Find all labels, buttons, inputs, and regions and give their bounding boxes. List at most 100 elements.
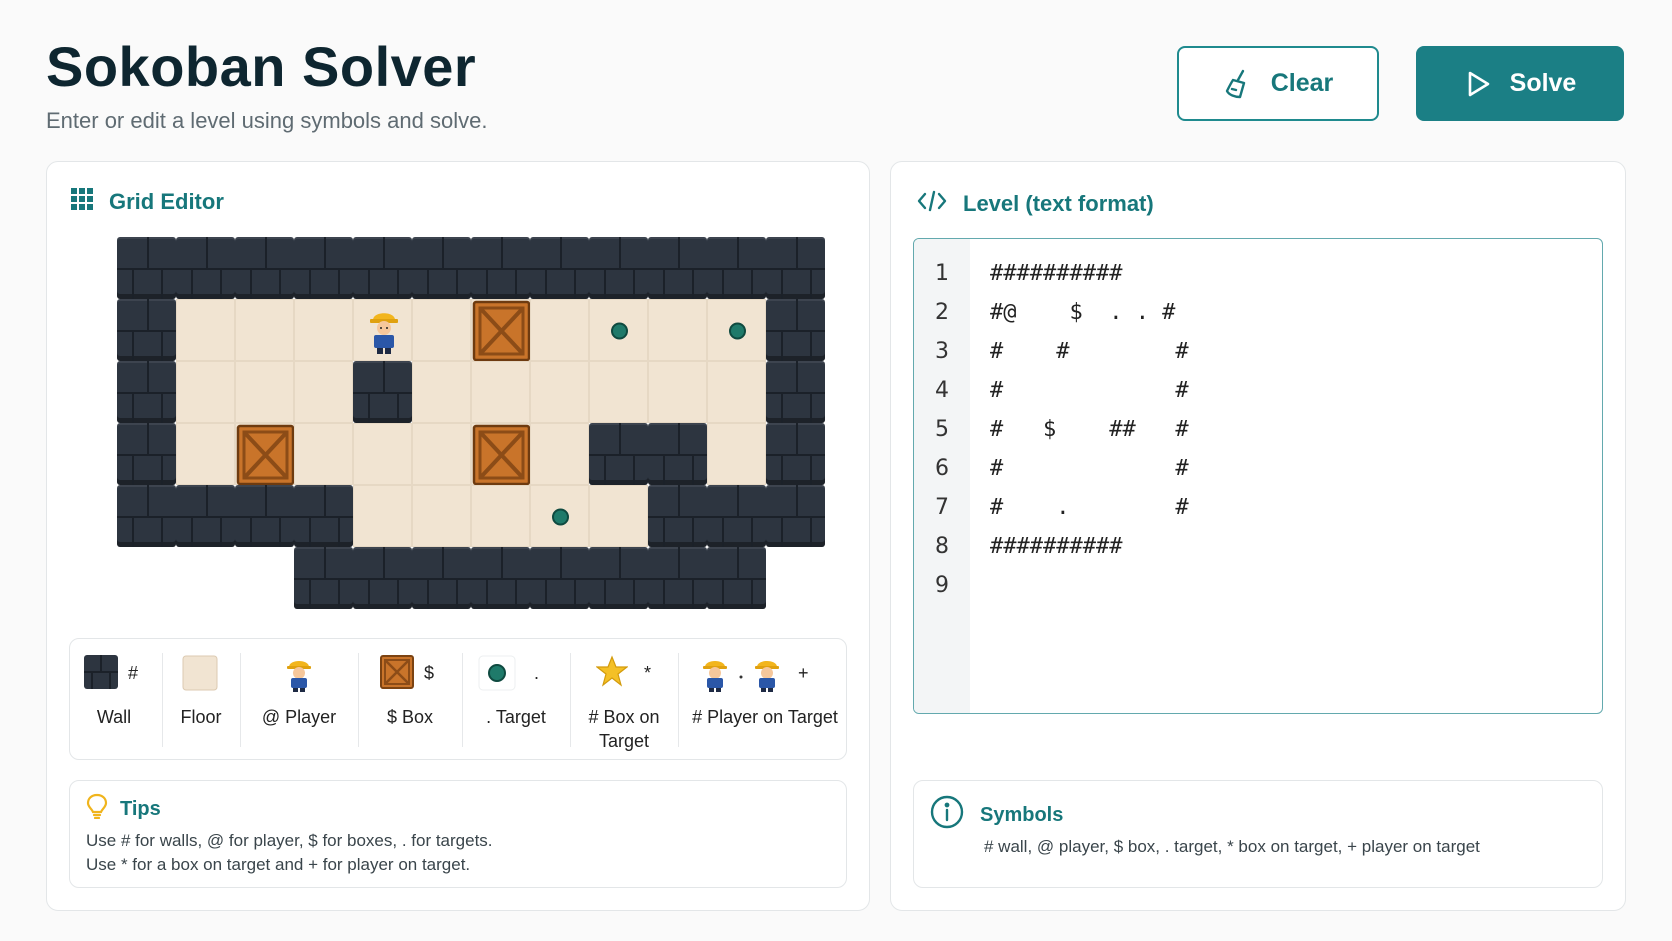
floor-tile[interactable] bbox=[235, 361, 294, 423]
floor-tile[interactable] bbox=[176, 423, 235, 485]
code-line[interactable]: ########## bbox=[990, 261, 1122, 286]
code-line[interactable]: # # # bbox=[990, 339, 1189, 364]
code-line[interactable]: # . # bbox=[990, 495, 1189, 520]
floor-tile[interactable] bbox=[471, 361, 530, 423]
box-tile[interactable] bbox=[471, 423, 531, 486]
floor-tile[interactable] bbox=[412, 361, 471, 423]
floor-tile[interactable] bbox=[412, 485, 471, 547]
floor-tile[interactable] bbox=[412, 299, 471, 361]
floor-tile[interactable] bbox=[589, 485, 648, 547]
target-tile[interactable] bbox=[589, 299, 648, 361]
wall-tile[interactable] bbox=[648, 237, 707, 299]
wall-tile[interactable] bbox=[235, 237, 294, 299]
code-line[interactable]: #@ $ . . # bbox=[990, 300, 1175, 325]
wall-tile[interactable] bbox=[412, 547, 471, 609]
wall-tile[interactable] bbox=[766, 299, 825, 361]
floor-tile[interactable] bbox=[707, 361, 766, 423]
floor-tile[interactable] bbox=[176, 361, 235, 423]
wall-tile[interactable] bbox=[353, 361, 412, 423]
wall-tile[interactable] bbox=[176, 485, 235, 547]
wall-tile[interactable] bbox=[412, 237, 471, 299]
legend-item-floor[interactable]: Floor bbox=[166, 639, 236, 761]
wall-tile[interactable] bbox=[471, 237, 530, 299]
wall-tile[interactable] bbox=[589, 237, 648, 299]
box-tile[interactable] bbox=[471, 299, 531, 362]
page-subtitle: Enter or edit a level using symbols and … bbox=[46, 108, 488, 133]
tips-header: Tips bbox=[86, 793, 161, 825]
floor-tile[interactable] bbox=[530, 423, 589, 485]
floor-tile[interactable] bbox=[353, 485, 412, 547]
wall-tile[interactable] bbox=[707, 485, 766, 547]
level-text-editor[interactable]: 1 ########## 2 #@ $ . . # 3 # # # 4 # # 5 # $ ## … bbox=[913, 238, 1603, 714]
line-number: 2 bbox=[935, 300, 949, 325]
legend-symbol-box-on-target: * bbox=[644, 663, 652, 683]
wall-tile[interactable] bbox=[294, 485, 353, 547]
wall-tile[interactable] bbox=[766, 485, 825, 547]
floor-tile[interactable] bbox=[412, 423, 471, 485]
floor-tile[interactable] bbox=[294, 361, 353, 423]
wall-tile[interactable] bbox=[294, 237, 353, 299]
grid-editor-panel: Grid Editor # Wall Floor @ Player $ $ Bo… bbox=[46, 161, 870, 911]
wall-tile[interactable] bbox=[766, 237, 825, 299]
grid-icon bbox=[71, 188, 93, 216]
wall-tile[interactable] bbox=[766, 361, 825, 423]
level-text-title: Level (text format) bbox=[963, 191, 1154, 216]
legend-divider bbox=[240, 653, 241, 747]
wall-tile[interactable] bbox=[766, 423, 825, 485]
wall-tile[interactable] bbox=[117, 299, 176, 361]
wall-tile[interactable] bbox=[471, 547, 530, 609]
legend-symbol-target: . bbox=[534, 663, 540, 683]
legend-label-target: . Target bbox=[486, 707, 546, 727]
floor-tile[interactable] bbox=[707, 423, 766, 485]
wall-tile[interactable] bbox=[117, 485, 176, 547]
wall-tile[interactable] bbox=[176, 237, 235, 299]
legend-item-player-on-target[interactable]: + # Player on Target bbox=[682, 639, 848, 761]
floor-tile[interactable] bbox=[471, 485, 530, 547]
wall-tile[interactable] bbox=[530, 237, 589, 299]
wall-tile[interactable] bbox=[707, 237, 766, 299]
box-tile[interactable] bbox=[235, 423, 295, 486]
floor-tile[interactable] bbox=[353, 423, 412, 485]
wall-tile[interactable] bbox=[589, 547, 648, 609]
legend-item-box-on-target[interactable]: * # Box on Target bbox=[574, 639, 674, 761]
floor-tile[interactable] bbox=[235, 299, 294, 361]
floor-tile[interactable] bbox=[530, 299, 589, 361]
sokoban-grid[interactable] bbox=[115, 237, 825, 615]
code-line[interactable]: ########## bbox=[990, 534, 1122, 559]
legend-item-wall[interactable]: # Wall bbox=[70, 639, 158, 761]
sokoban-app: Sokoban Solver Enter or edit a level usi… bbox=[0, 0, 1672, 941]
wall-tile[interactable] bbox=[235, 485, 294, 547]
wall-tile[interactable] bbox=[589, 423, 648, 485]
legend-item-player[interactable]: @ Player bbox=[244, 639, 354, 761]
floor-tile[interactable] bbox=[294, 423, 353, 485]
wall-tile[interactable] bbox=[294, 547, 353, 609]
floor-tile[interactable] bbox=[648, 299, 707, 361]
wall-tile[interactable] bbox=[707, 547, 766, 609]
legend-item-box[interactable]: $ $ Box bbox=[362, 639, 458, 761]
wall-tile[interactable] bbox=[117, 237, 176, 299]
target-tile[interactable] bbox=[707, 299, 766, 361]
target-tile[interactable] bbox=[530, 485, 589, 547]
solve-button[interactable]: Solve bbox=[1416, 46, 1624, 121]
floor-tile[interactable] bbox=[530, 361, 589, 423]
wall-tile[interactable] bbox=[648, 423, 707, 485]
clear-button[interactable]: Clear bbox=[1177, 46, 1379, 121]
wall-tile[interactable] bbox=[648, 547, 707, 609]
code-line[interactable]: # # bbox=[990, 456, 1189, 481]
player-tile[interactable] bbox=[353, 299, 412, 361]
floor-tile[interactable] bbox=[648, 361, 707, 423]
line-number: 9 bbox=[935, 573, 949, 598]
wall-tile[interactable] bbox=[648, 485, 707, 547]
code-line[interactable]: # $ ## # bbox=[990, 417, 1189, 442]
floor-tile[interactable] bbox=[294, 299, 353, 361]
line-number: 3 bbox=[935, 339, 949, 364]
wall-tile[interactable] bbox=[117, 423, 176, 485]
floor-tile[interactable] bbox=[589, 361, 648, 423]
code-line[interactable]: # # bbox=[990, 378, 1189, 403]
legend-item-target[interactable]: . . Target bbox=[466, 639, 566, 761]
floor-tile[interactable] bbox=[176, 299, 235, 361]
wall-tile[interactable] bbox=[530, 547, 589, 609]
wall-tile[interactable] bbox=[353, 547, 412, 609]
wall-tile[interactable] bbox=[117, 361, 176, 423]
wall-tile[interactable] bbox=[353, 237, 412, 299]
